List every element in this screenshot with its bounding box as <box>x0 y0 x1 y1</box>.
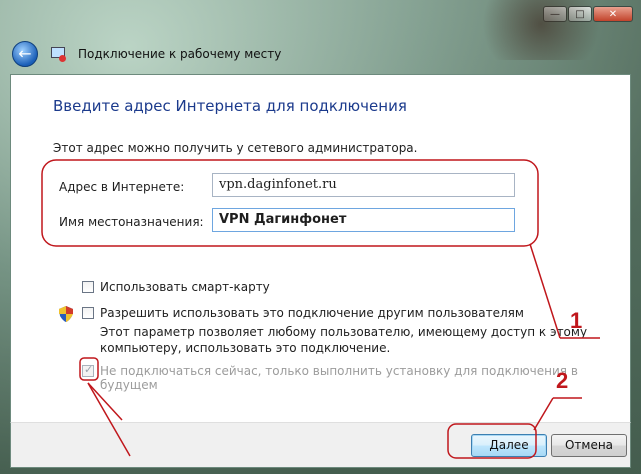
close-button[interactable]: ✕ <box>593 6 633 22</box>
share-checkbox[interactable] <box>82 307 94 319</box>
window-title: Подключение к рабочему месту <box>78 47 282 61</box>
annotation-marker-1: 1 <box>570 308 583 333</box>
address-input[interactable]: vpn.daginfonet.ru <box>212 173 515 197</box>
page-hint: Этот адрес можно получить у сетевого адм… <box>53 141 418 155</box>
share-description-line-1: Этот параметр позволяет любому пользоват… <box>100 325 588 339</box>
wizard-footer: Далее Отмена <box>10 422 631 468</box>
annotation-marker-2: 2 <box>556 368 569 393</box>
maximize-button[interactable]: □ <box>568 6 592 22</box>
share-label[interactable]: Разрешить использовать это подключение д… <box>100 306 524 320</box>
next-button[interactable]: Далее <box>471 434 547 457</box>
connect-later-label[interactable]: Не подключаться сейчас, только выполнить… <box>100 364 630 392</box>
network-connection-icon <box>50 46 66 62</box>
minimize-button[interactable]: — <box>543 6 567 22</box>
smartcard-label[interactable]: Использовать смарт-карту <box>100 280 270 294</box>
uac-shield-icon <box>59 306 73 322</box>
destination-input[interactable]: VPN Дагинфонет <box>212 208 515 232</box>
address-label: Адрес в Интернете: <box>59 180 185 194</box>
page-heading: Введите адрес Интернета для подключения <box>53 97 407 115</box>
smartcard-checkbox[interactable] <box>82 281 94 293</box>
share-description-line-2: компьютеру, использовать это подключение… <box>100 341 391 355</box>
back-arrow-icon[interactable]: ← <box>12 41 38 67</box>
wizard-content: Введите адрес Интернета для подключения … <box>10 74 631 423</box>
window-controls: — □ ✕ <box>543 6 633 22</box>
cancel-button[interactable]: Отмена <box>551 434 627 457</box>
connect-later-checkbox[interactable] <box>82 363 94 377</box>
navigation-bar: ← Подключение к рабочему месту <box>12 40 281 68</box>
destination-label: Имя местоназначения: <box>59 215 204 229</box>
